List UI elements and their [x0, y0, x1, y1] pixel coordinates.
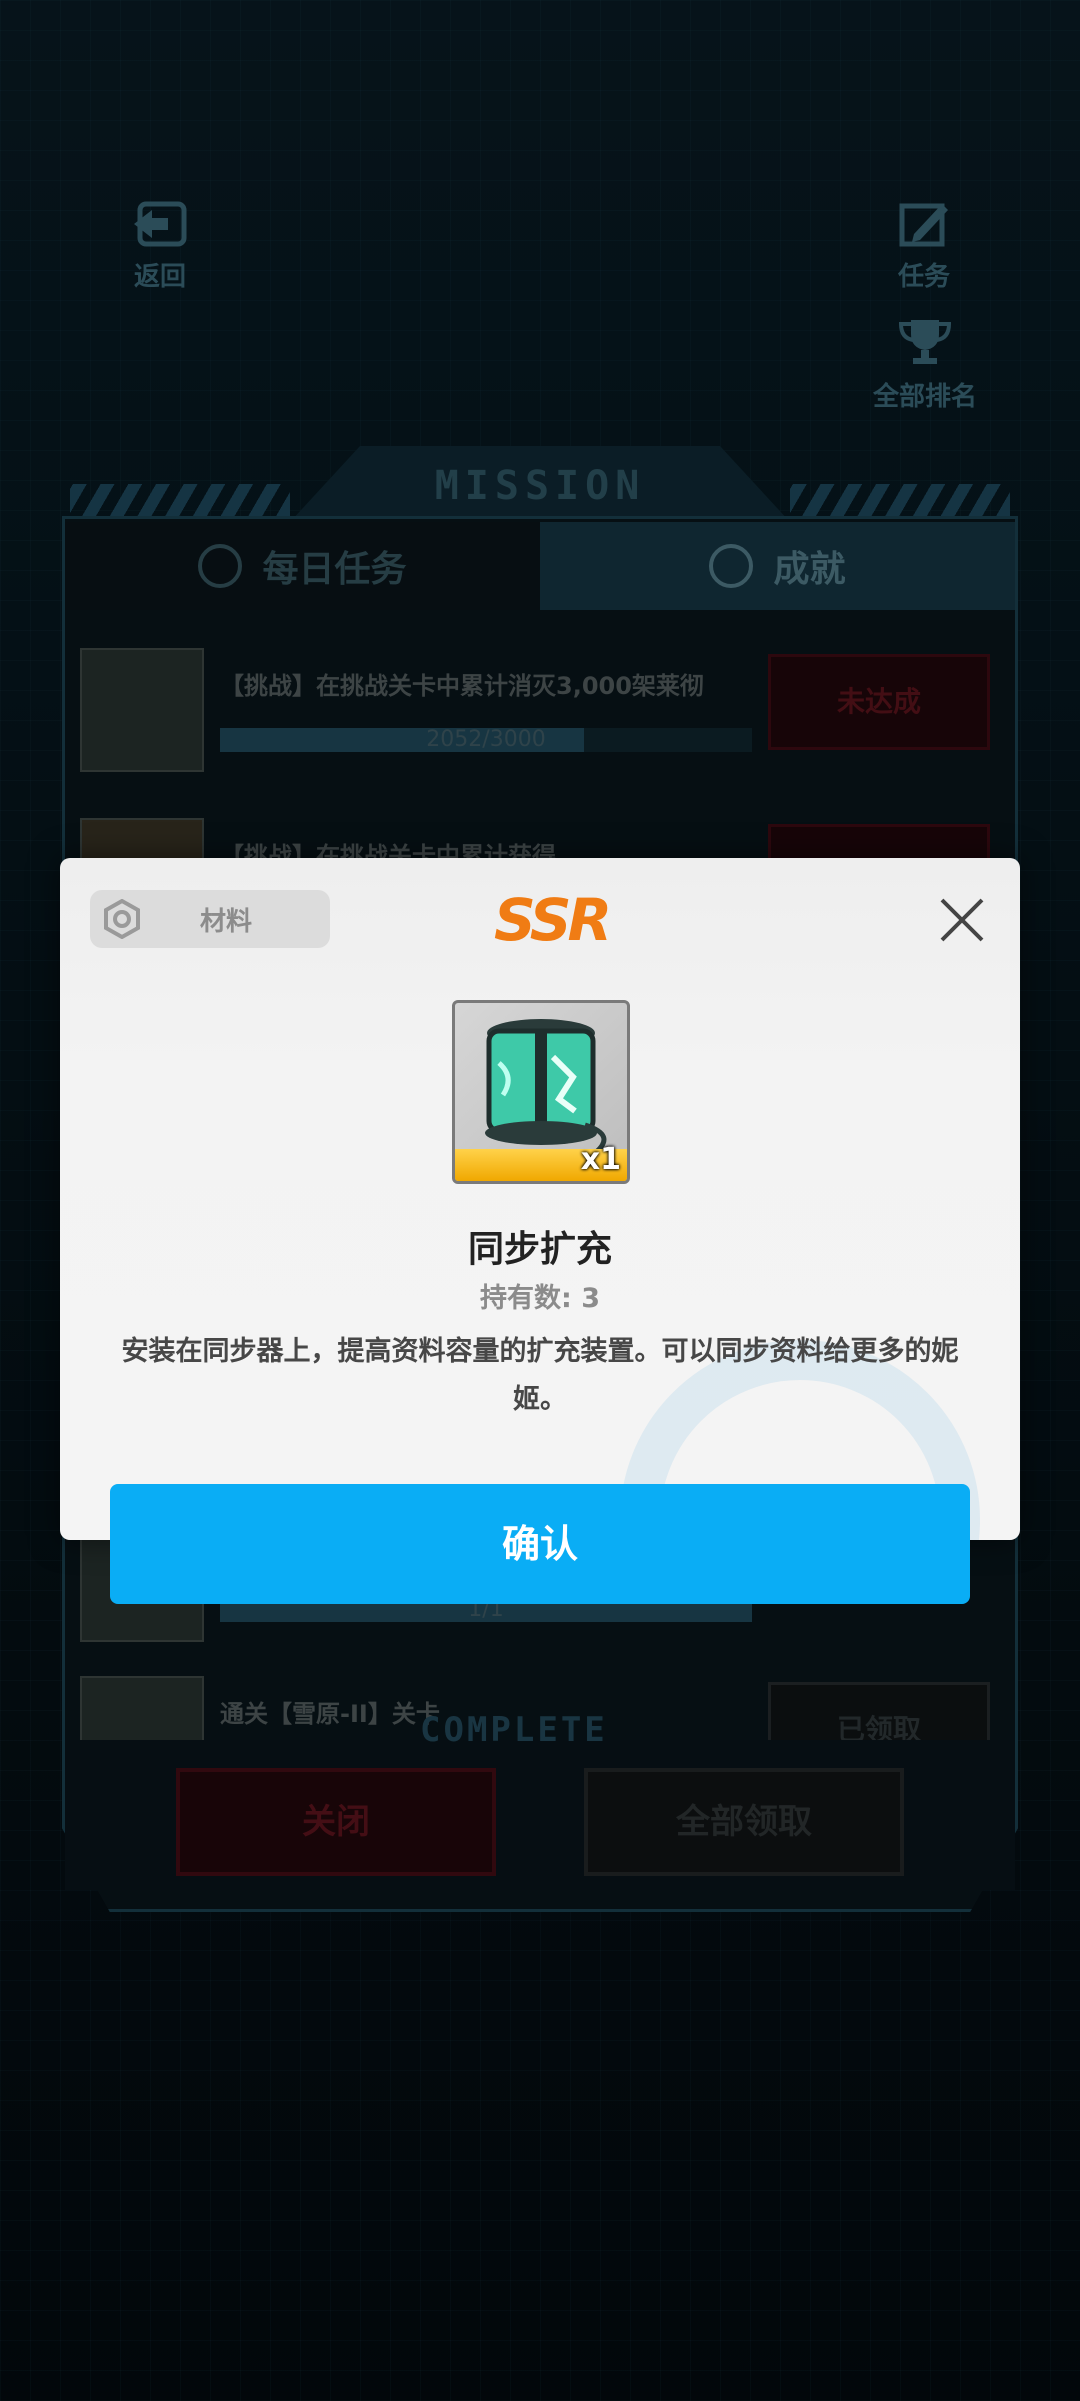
close-icon[interactable]	[936, 894, 988, 946]
item-quantity: x1	[580, 1142, 621, 1177]
category-badge: 材料	[90, 890, 330, 948]
category-label: 材料	[199, 906, 252, 937]
owned-count: 持有数: 3	[480, 1283, 600, 1314]
confirm-button[interactable]: 确认	[110, 1484, 970, 1604]
item-card: x1	[452, 1000, 630, 1184]
hexagon-gear-icon	[104, 899, 140, 939]
item-description: 安装在同步器上，提高资料容量的扩充装置。可以同步资料给更多的妮姬。	[121, 1336, 959, 1415]
sync-expansion-device-icon	[485, 1019, 607, 1155]
item-detail-dialog: 材料 SSR x1 同步扩充 持有数: 3 安装在同步器上，提高资料容量的扩充装…	[60, 858, 1020, 1540]
rarity-badge: SSR	[494, 886, 612, 954]
item-name: 同步扩充	[467, 1229, 612, 1270]
